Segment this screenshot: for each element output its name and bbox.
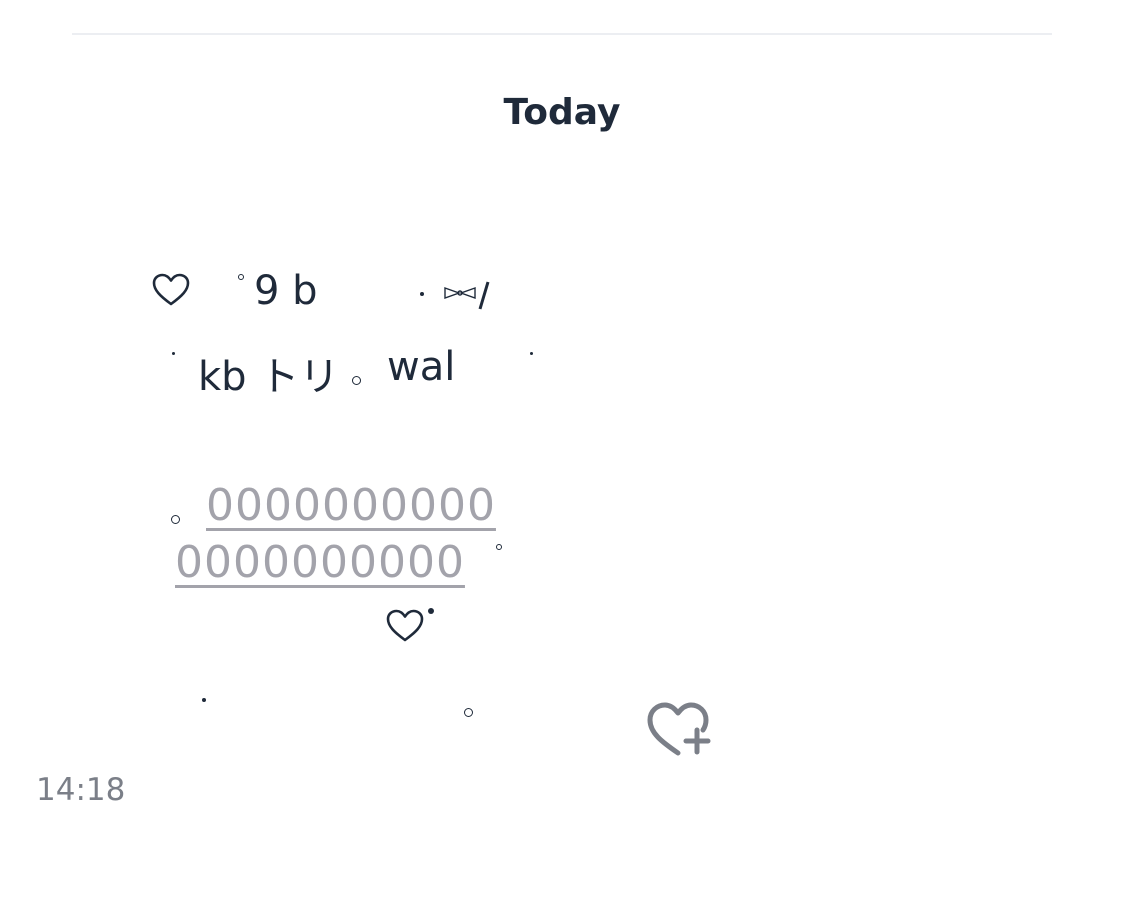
dot-mark [530, 352, 533, 355]
heart-outline-icon [386, 609, 424, 642]
date-separator: Today [503, 92, 621, 133]
heart-plus-icon [647, 702, 711, 756]
message-text-line2-part2: wal [387, 344, 456, 390]
dot-mark [202, 698, 206, 702]
add-reaction-button[interactable] [642, 698, 714, 762]
message-link-line2[interactable]: 0000000000 [175, 537, 465, 588]
message-timestamp: 14:18 [36, 772, 126, 808]
bow-ribbon-icon [444, 281, 490, 310]
small-circle-mark [171, 515, 180, 524]
message-link-line1[interactable]: 0000000000 [206, 480, 496, 531]
heart-outline-icon [152, 273, 190, 306]
small-circle-mark [464, 708, 473, 717]
message-text-line1: 9 b [254, 268, 318, 314]
top-divider [72, 33, 1052, 35]
dot-mark [428, 608, 434, 614]
dot-mark [420, 292, 424, 296]
small-circle-mark [352, 376, 361, 385]
dot-mark [172, 352, 175, 355]
message-text-line2-part1: kb トリ [198, 354, 340, 400]
small-circle-mark [496, 544, 502, 550]
small-circle-mark [238, 274, 244, 280]
